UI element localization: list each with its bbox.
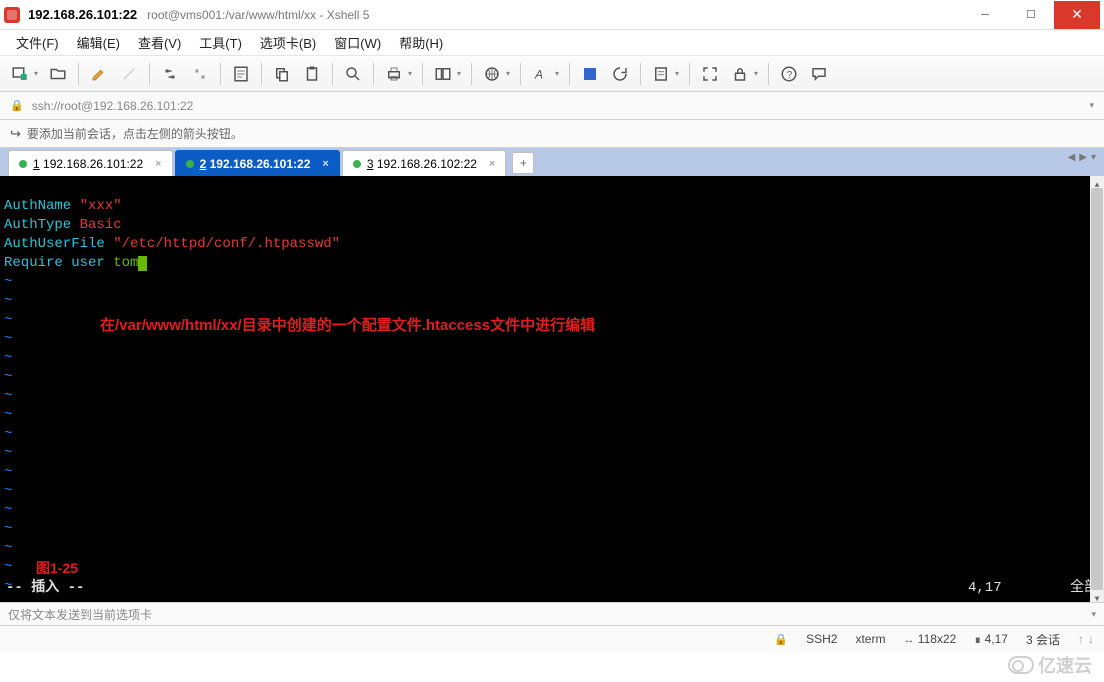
tab-menu-icon[interactable]: ▾	[1091, 152, 1096, 163]
lock-small-icon: 🔒	[10, 99, 24, 112]
tab-close-icon[interactable]: ×	[322, 158, 328, 170]
menu-view[interactable]: 查看(V)	[132, 30, 187, 55]
window-title-path: root@vms001:/var/www/html/xx - Xshell 5	[147, 8, 962, 22]
statusbar: 🔒 SSH2 xterm ↔ 118x22 ∎ 4,17 3 会话 ↑ ↓	[0, 626, 1104, 652]
window-title-ip: 192.168.26.101:22	[28, 7, 137, 22]
edit-pencil-icon[interactable]	[85, 60, 113, 88]
color-scheme-icon[interactable]	[576, 60, 604, 88]
annotation-text: 在/var/www/html/xx/目录中创建的一个配置文件.htaccess文…	[100, 316, 595, 335]
dropdown-icon[interactable]: ▾	[408, 69, 416, 78]
status-sessions: 3 会话	[1026, 631, 1060, 648]
hint-text: 要添加当前会话，点击左侧的箭头按钮。	[27, 125, 243, 142]
dropdown-icon[interactable]: ▾	[457, 69, 465, 78]
tab-close-icon[interactable]: ×	[155, 158, 161, 170]
menu-edit[interactable]: 编辑(E)	[71, 30, 126, 55]
session-tab-2[interactable]: 2 192.168.26.101:22 ×	[175, 150, 340, 176]
help-icon[interactable]: ?	[775, 60, 803, 88]
wand-icon[interactable]	[115, 60, 143, 88]
dropdown-icon[interactable]: ▾	[506, 69, 514, 78]
status-dot-icon	[353, 160, 361, 168]
new-session-icon[interactable]	[6, 60, 34, 88]
session-tab-3[interactable]: 3 192.168.26.102:22 ×	[342, 150, 507, 176]
lock-status-icon: 🔒	[774, 633, 788, 646]
terminal[interactable]: AuthName "xxx" AuthType Basic AuthUserFi…	[0, 176, 1104, 602]
tab-prev-icon[interactable]: ◀	[1068, 152, 1076, 163]
maximize-button[interactable]: ☐	[1008, 1, 1054, 29]
caret-icon: ∎	[974, 634, 981, 646]
close-button[interactable]: ✕	[1054, 1, 1100, 29]
watermark: 亿速云	[1008, 652, 1092, 678]
chat-icon[interactable]	[805, 60, 833, 88]
figure-label: 图1-25	[36, 559, 78, 578]
add-session-arrow-icon[interactable]: ↪	[10, 126, 21, 142]
minimize-button[interactable]: ─	[962, 1, 1008, 29]
search-icon[interactable]	[339, 60, 367, 88]
tab-next-icon[interactable]: ▶	[1079, 152, 1087, 163]
watermark-icon	[1008, 656, 1034, 674]
vim-cursor-pos: 4,17	[968, 579, 1048, 598]
address-url[interactable]: ssh://root@192.168.26.101:22	[32, 99, 194, 113]
status-cursor: 4,17	[985, 632, 1008, 646]
menu-tools[interactable]: 工具(T)	[193, 30, 248, 55]
status-dot-icon	[186, 160, 194, 168]
session-tab-1[interactable]: 1 192.168.26.101:22 ×	[8, 150, 173, 176]
status-up-icon[interactable]: ↑	[1078, 632, 1084, 646]
dropdown-icon[interactable]: ▾	[555, 69, 563, 78]
status-protocol: SSH2	[806, 632, 837, 646]
scroll-down-icon[interactable]: ▼	[1090, 590, 1104, 602]
dropdown-icon[interactable]: ▾	[754, 69, 762, 78]
vim-mode: -- 插入 --	[6, 579, 84, 598]
compose-placeholder: 仅将文本发送到当前选项卡	[8, 606, 1091, 623]
globe-icon[interactable]	[478, 60, 506, 88]
resize-icon: ↔	[903, 634, 914, 646]
scroll-up-icon[interactable]: ▲	[1090, 176, 1104, 188]
vertical-scrollbar[interactable]: ▲ ▼	[1090, 176, 1104, 602]
menu-window[interactable]: 窗口(W)	[328, 30, 387, 55]
addressbar: 🔒 ssh://root@192.168.26.101:22 ▾	[0, 92, 1104, 120]
svg-text:A: A	[534, 67, 543, 81]
refresh-icon[interactable]	[606, 60, 634, 88]
print-icon[interactable]	[380, 60, 408, 88]
tabstrip: 1 192.168.26.101:22 × 2 192.168.26.101:2…	[0, 148, 1104, 176]
tab-close-icon[interactable]: ×	[489, 158, 495, 170]
copy-icon[interactable]	[268, 60, 296, 88]
dropdown-icon[interactable]: ▾	[675, 69, 683, 78]
watermark-text: 亿速云	[1038, 652, 1092, 678]
vim-status-line: -- 插入 -- 4,17 全部	[6, 579, 1098, 598]
compose-bar[interactable]: 仅将文本发送到当前选项卡 ▾	[0, 602, 1104, 626]
menu-file[interactable]: 文件(F)	[10, 30, 65, 55]
menubar: 文件(F) 编辑(E) 查看(V) 工具(T) 选项卡(B) 窗口(W) 帮助(…	[0, 30, 1104, 56]
reconnect-icon[interactable]	[156, 60, 184, 88]
compose-dropdown-icon[interactable]: ▾	[1091, 609, 1096, 620]
properties-icon[interactable]	[227, 60, 255, 88]
status-term: xterm	[855, 632, 885, 646]
titlebar: 192.168.26.101:22 root@vms001:/var/www/h…	[0, 0, 1104, 30]
open-icon[interactable]	[44, 60, 72, 88]
status-down-icon[interactable]: ↓	[1088, 632, 1094, 646]
fullscreen-icon[interactable]	[696, 60, 724, 88]
toolbar: ▾ ▾ ▾ ▾ A ▾ ▾ ▾ ?	[0, 56, 1104, 92]
status-dot-icon	[19, 160, 27, 168]
hintbar: ↪ 要添加当前会话，点击左侧的箭头按钮。	[0, 120, 1104, 148]
dropdown-icon[interactable]: ▾	[34, 69, 42, 78]
app-icon	[4, 7, 20, 23]
new-tab-button[interactable]: +	[512, 152, 534, 174]
menu-help[interactable]: 帮助(H)	[393, 30, 449, 55]
sessions-panel-icon[interactable]	[429, 60, 457, 88]
lock-icon[interactable]	[726, 60, 754, 88]
paste-icon[interactable]	[298, 60, 326, 88]
status-size: 118x22	[918, 632, 956, 646]
terminal-content: AuthName "xxx" AuthType Basic AuthUserFi…	[0, 176, 1104, 602]
svg-text:?: ?	[787, 69, 793, 80]
font-icon[interactable]: A	[527, 60, 555, 88]
disconnect-icon[interactable]	[186, 60, 214, 88]
address-dropdown-icon[interactable]: ▾	[1089, 100, 1094, 111]
scrollbar-thumb[interactable]	[1091, 188, 1103, 590]
menu-tabs[interactable]: 选项卡(B)	[254, 30, 322, 55]
script-icon[interactable]	[647, 60, 675, 88]
